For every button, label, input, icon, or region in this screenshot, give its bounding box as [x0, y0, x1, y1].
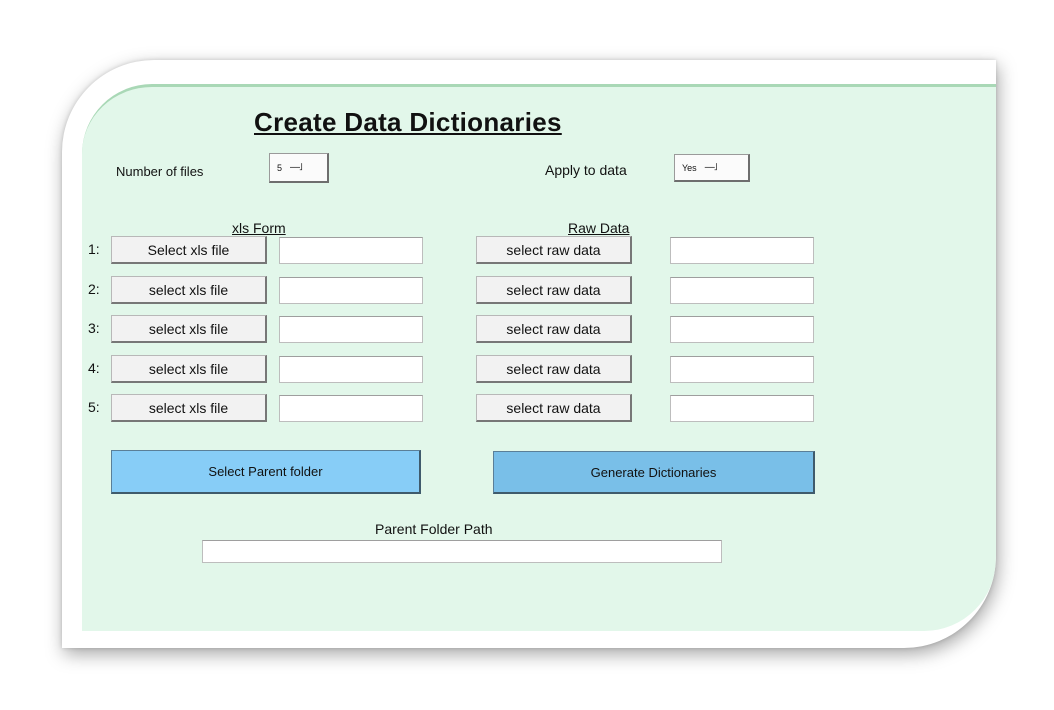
select-xls-file-button-3[interactable]: select xls file: [111, 315, 267, 343]
number-of-files-dropdown[interactable]: 5 —˩: [269, 153, 329, 183]
row-number: 3:: [88, 320, 100, 336]
number-of-files-label: Number of files: [116, 164, 204, 179]
dropdown-arrow-icon: —˩: [290, 162, 303, 173]
xls-path-field-2[interactable]: [279, 277, 423, 304]
row-number: 4:: [88, 360, 100, 376]
select-raw-data-button-4[interactable]: select raw data: [476, 355, 632, 383]
xls-form-header: xls Form: [232, 220, 286, 236]
raw-path-field-5[interactable]: [670, 395, 814, 422]
xls-path-field-3[interactable]: [279, 316, 423, 343]
row-number: 1:: [88, 241, 100, 257]
select-xls-file-button-4[interactable]: select xls file: [111, 355, 267, 383]
select-raw-data-button-3[interactable]: select raw data: [476, 315, 632, 343]
select-xls-file-button-2[interactable]: select xls file: [111, 276, 267, 304]
parent-folder-path-label: Parent Folder Path: [375, 521, 493, 537]
raw-path-field-1[interactable]: [670, 237, 814, 264]
main-panel: Create Data Dictionaries Number of files…: [82, 84, 996, 631]
raw-path-field-4[interactable]: [670, 356, 814, 383]
window-frame: Create Data Dictionaries Number of files…: [62, 60, 996, 648]
apply-to-data-dropdown[interactable]: Yes —˩: [674, 154, 750, 182]
row-number: 5:: [88, 399, 100, 415]
raw-data-header: Raw Data: [568, 220, 630, 236]
apply-to-data-label: Apply to data: [545, 162, 627, 178]
generate-dictionaries-button[interactable]: Generate Dictionaries: [493, 451, 815, 494]
xls-path-field-4[interactable]: [279, 356, 423, 383]
raw-path-field-2[interactable]: [670, 277, 814, 304]
select-raw-data-button-5[interactable]: select raw data: [476, 394, 632, 422]
raw-path-field-3[interactable]: [670, 316, 814, 343]
select-raw-data-button-2[interactable]: select raw data: [476, 276, 632, 304]
select-raw-data-button-1[interactable]: select raw data: [476, 236, 632, 264]
dropdown-arrow-icon: —˩: [704, 162, 718, 173]
xls-path-field-5[interactable]: [279, 395, 423, 422]
select-parent-folder-button[interactable]: Select Parent folder: [111, 450, 421, 494]
apply-to-data-value: Yes: [682, 162, 697, 173]
parent-folder-path-field[interactable]: [202, 540, 722, 563]
select-xls-file-button-5[interactable]: select xls file: [111, 394, 267, 422]
page-title: Create Data Dictionaries: [254, 107, 562, 137]
row-number: 2:: [88, 281, 100, 297]
select-xls-file-button-1[interactable]: Select xls file: [111, 236, 267, 264]
number-of-files-value: 5: [277, 162, 283, 173]
xls-path-field-1[interactable]: [279, 237, 423, 264]
